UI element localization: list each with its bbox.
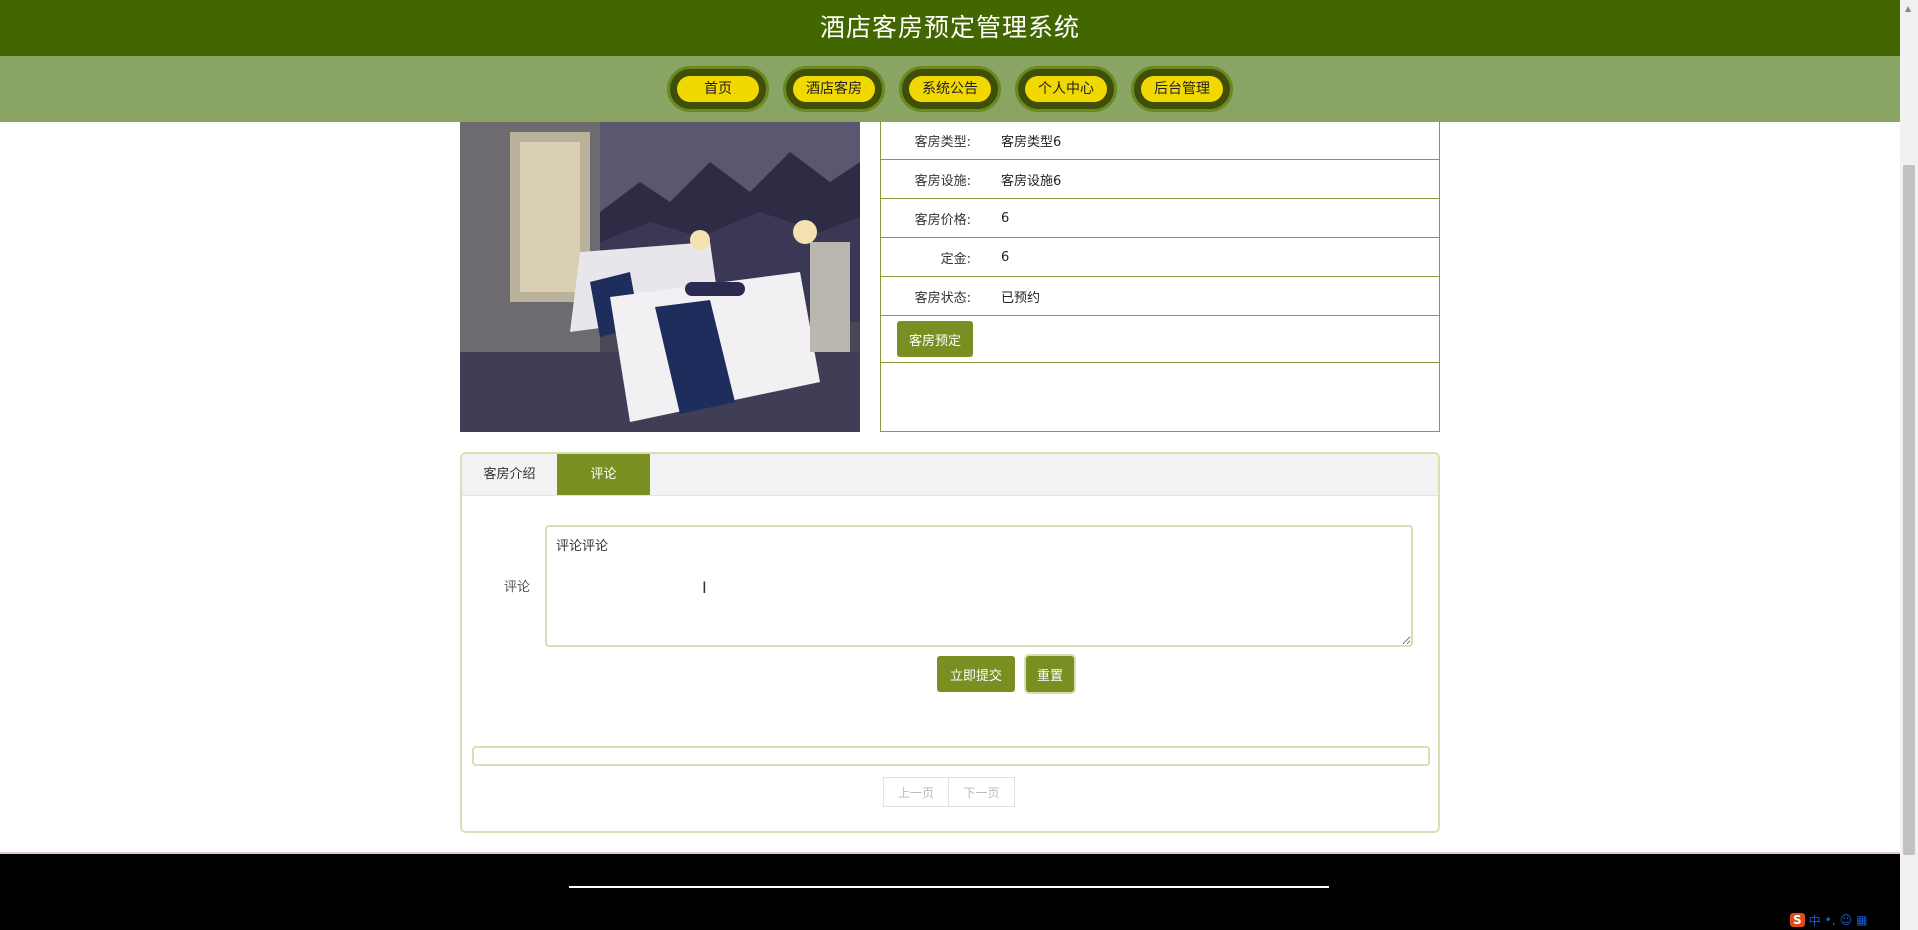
nav-admin[interactable]: 后台管理	[1131, 66, 1233, 112]
vertical-scrollbar[interactable]: ▲	[1900, 0, 1918, 930]
detail-label: 客房设施:	[914, 173, 971, 189]
room-photo-illustration	[460, 122, 860, 432]
detail-value: 客房设施6	[1001, 173, 1062, 189]
detail-value: 已预约	[1001, 290, 1041, 306]
detail-row-facilities: 客房设施: 客房设施6	[881, 160, 1439, 199]
detail-value: 6	[1001, 249, 1010, 265]
tab-comments[interactable]: 评论	[557, 454, 650, 495]
book-room-button[interactable]: 客房预定	[897, 321, 973, 357]
nav-announcements[interactable]: 系统公告	[899, 66, 1001, 112]
detail-row-actions: 客房预定	[881, 316, 1439, 363]
scrollbar-thumb[interactable]	[1903, 165, 1915, 855]
tabs-card: 客房介绍 评论 评论 评论评论 I 立即提交 重置 上一页 下一页	[460, 452, 1440, 833]
comment-textarea[interactable]: 评论评论	[545, 525, 1413, 647]
detail-value: 客房类型6	[1001, 135, 1062, 150]
detail-row-status: 客房状态: 已预约	[881, 277, 1439, 316]
nav-label: 首页	[677, 76, 759, 102]
nav-label: 后台管理	[1141, 76, 1223, 102]
ime-mode-label: 中	[1808, 913, 1821, 928]
detail-label: 客房价格:	[914, 212, 971, 228]
scroll-up-icon[interactable]: ▲	[1905, 4, 1911, 13]
detail-row-type: 客房类型: 客房类型6	[881, 122, 1439, 160]
nav-label: 酒店客房	[793, 76, 875, 102]
detail-label: 定金:	[940, 251, 971, 267]
emoji-icon: ☺	[1839, 913, 1853, 927]
nav-home[interactable]: 首页	[667, 66, 769, 112]
prev-page-button[interactable]: 上一页	[883, 777, 949, 807]
detail-label: 客房状态:	[914, 290, 971, 306]
nav-hotel-rooms[interactable]: 酒店客房	[783, 66, 885, 112]
detail-label: 客房类型:	[914, 135, 971, 150]
punctuation-icon: •,	[1824, 913, 1836, 927]
comment-list	[472, 746, 1430, 766]
ime-toolbar[interactable]: S 中 •, ☺ ▦	[1790, 910, 1867, 930]
site-title: 酒店客房预定管理系统	[0, 0, 1900, 56]
next-page-button[interactable]: 下一页	[949, 777, 1015, 807]
main-nav: 首页 酒店客房 系统公告 个人中心 后台管理	[0, 56, 1900, 122]
detail-row-deposit: 定金: 6	[881, 238, 1439, 277]
submit-button[interactable]: 立即提交	[937, 656, 1015, 692]
tab-bar: 客房介绍 评论	[462, 454, 1438, 496]
comment-label: 评论	[504, 580, 531, 595]
footer	[0, 854, 1900, 930]
nav-label: 系统公告	[909, 76, 991, 102]
room-photo	[460, 122, 860, 432]
detail-value: 6	[1001, 210, 1010, 226]
text-cursor-icon: I	[702, 578, 707, 597]
sogou-icon: S	[1790, 913, 1805, 927]
nav-personal-center[interactable]: 个人中心	[1015, 66, 1117, 112]
footer-rule	[569, 886, 1329, 888]
keyboard-icon: ▦	[1856, 913, 1868, 927]
tab-room-intro[interactable]: 客房介绍	[462, 454, 557, 495]
pagination: 上一页 下一页	[883, 777, 1015, 807]
room-detail-table: 客房类型: 客房类型6 客房设施: 客房设施6 客房价格: 6 定金: 6 客房…	[880, 122, 1440, 432]
reset-button[interactable]: 重置	[1026, 656, 1074, 692]
nav-label: 个人中心	[1025, 76, 1107, 102]
detail-row-price: 客房价格: 6	[881, 199, 1439, 238]
